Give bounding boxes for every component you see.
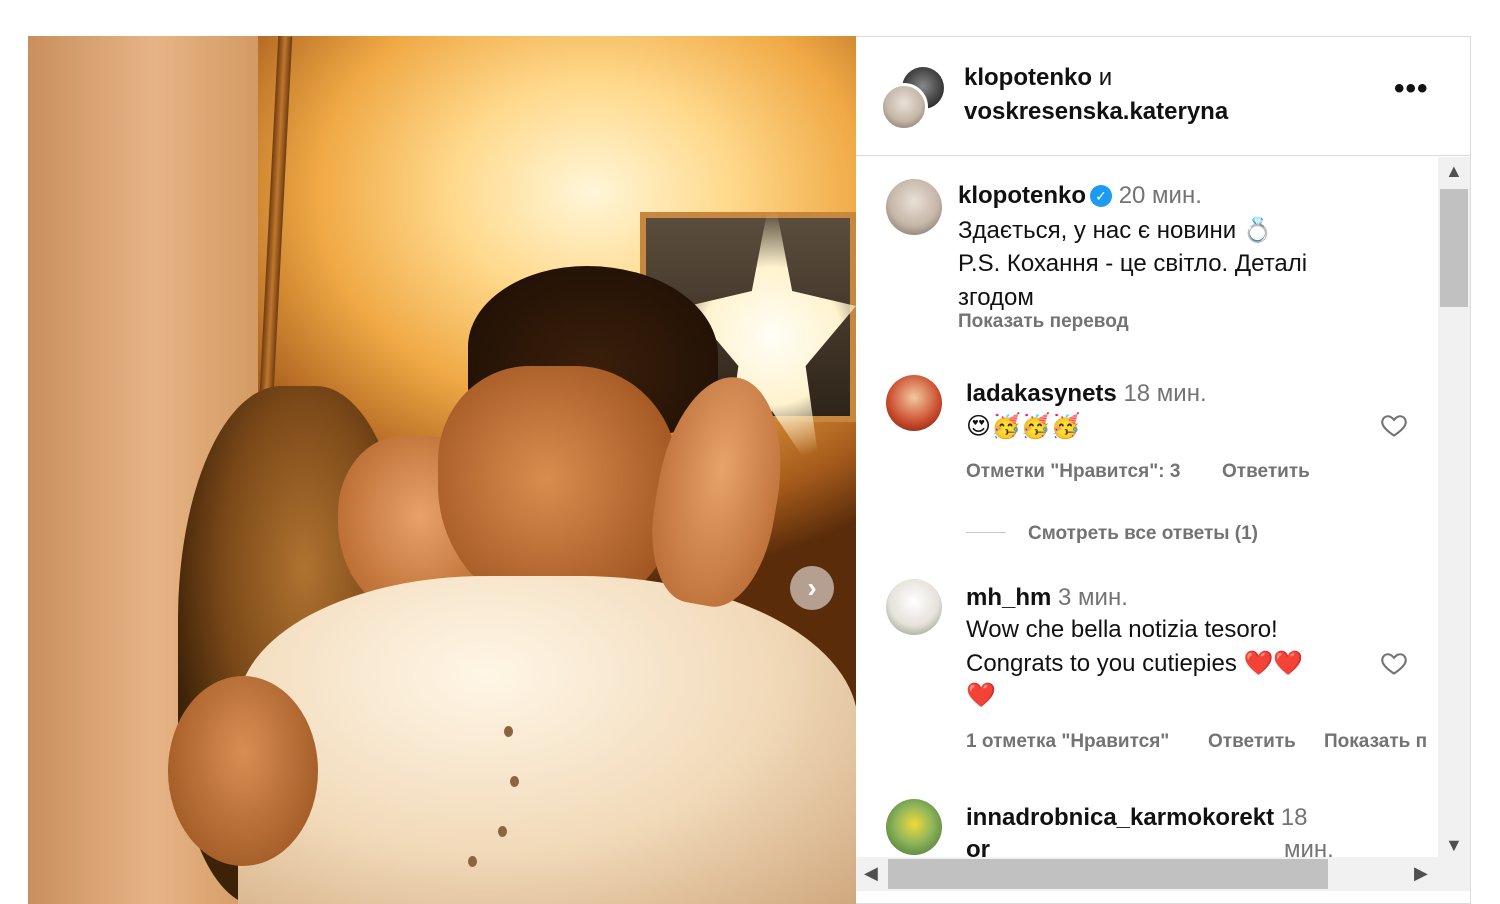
reply-button[interactable]: Ответить [1208,731,1296,753]
comment-likes[interactable]: 1 отметка "Нравится" [966,731,1169,753]
comment-text-line-3: ❤️ [966,682,996,709]
photo-arm [168,676,318,866]
caption-line-3: згодом [958,284,1034,311]
author-connector: и [1098,64,1113,91]
reply-button[interactable]: Ответить [1222,461,1310,483]
comment-time[interactable]: 18 [1281,804,1308,831]
replies-divider [966,532,1006,533]
comment-text-line-2: Congrats to you cutiepies ❤️❤️ [966,650,1304,677]
caption-avatar[interactable] [886,179,942,235]
comment-header: innadrobnica_karmokorekt 18 [966,801,1307,834]
show-translation-link[interactable]: Показать п [1324,731,1427,753]
post-header: klopotenko и voskresenska.kateryna ••• [856,37,1470,156]
show-translation-link[interactable]: Показать перевод [958,311,1129,333]
author-link-1[interactable]: klopotenko [964,64,1092,91]
scroll-down-icon[interactable]: ▼ [1445,835,1463,856]
shirt-eyelet [498,826,507,837]
comment-username[interactable]: mh_hm [966,584,1051,611]
vertical-scroll-thumb[interactable] [1440,189,1468,307]
comments-list[interactable]: klopotenko ✓ 20 мин. Здається, у нас є но… [856,157,1436,863]
scrollbar-corner [1438,857,1470,891]
comment-time[interactable]: 3 мин. [1058,584,1128,611]
verified-badge-icon: ✓ [1090,185,1113,207]
heart-icon[interactable] [1380,411,1408,439]
shirt-eyelet [468,856,477,867]
comment-text: 😍🥳🥳🥳 [966,413,1081,440]
comment-header: mh_hm 3 мин. [966,581,1128,614]
avatar-klopotenko[interactable] [880,83,928,131]
chevron-right-icon: › [807,572,817,603]
comment-likes[interactable]: Отметки "Нравится": 3 [966,461,1180,483]
caption-time[interactable]: 20 мин. [1119,182,1202,209]
comment-avatar[interactable] [886,579,942,635]
scroll-left-icon[interactable]: ◀ [864,863,878,884]
comment-text-line-1: Wow che bella notizia tesoro! [966,616,1278,643]
comment-username[interactable]: innadrobnica_karmokorekt [966,804,1274,831]
post-authors: klopotenko и voskresenska.kateryna [964,61,1228,129]
caption-username[interactable]: klopotenko [958,182,1086,209]
shirt-eyelet [504,726,513,737]
more-options-button[interactable]: ••• [1394,74,1429,104]
scroll-right-icon[interactable]: ▶ [1414,863,1428,884]
scroll-up-icon[interactable]: ▲ [1445,161,1463,182]
author-link-2[interactable]: voskresenska.kateryna [964,98,1228,125]
post-photo[interactable] [28,36,856,904]
heart-icon[interactable] [1380,649,1408,677]
view-replies-link[interactable]: Смотреть все ответы (1) [1028,523,1258,545]
comment-header: ladakasynets 18 мин. [966,377,1207,410]
more-horizontal-icon: ••• [1394,72,1429,105]
photo-shirt [238,576,856,904]
caption-line-2: P.S. Кохання - це світло. Деталі [958,250,1308,277]
comment-time[interactable]: 18 мин. [1123,380,1206,407]
next-photo-button[interactable]: › [790,566,834,610]
shirt-eyelet [510,776,519,787]
post-details-panel: klopotenko и voskresenska.kateryna ••• k… [856,36,1471,904]
caption-line-1: Здається, у нас є новини 💍 [958,217,1273,244]
comment-avatar[interactable] [886,799,942,855]
comment-avatar[interactable] [886,375,942,431]
comment-username[interactable]: ladakasynets [966,380,1117,407]
caption-header: klopotenko ✓ 20 мин. [958,179,1202,212]
horizontal-scroll-thumb[interactable] [888,859,1328,889]
